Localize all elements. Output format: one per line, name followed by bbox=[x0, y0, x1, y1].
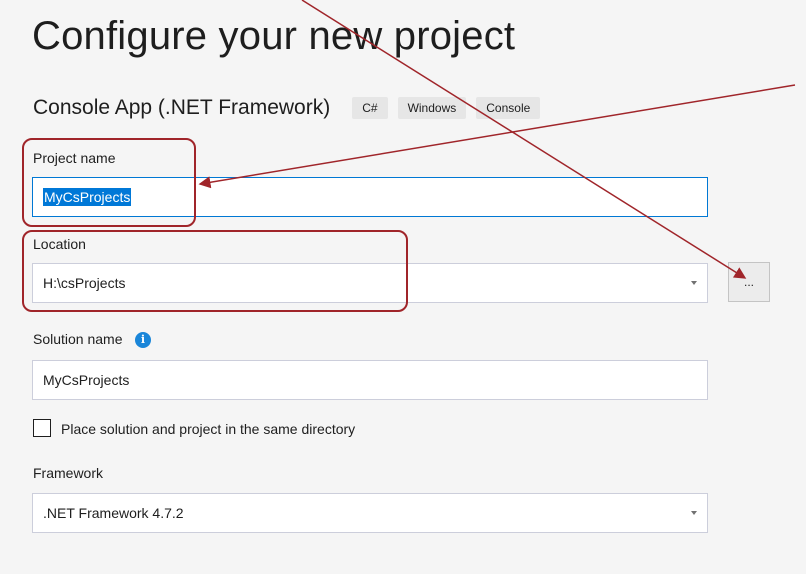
page-title: Configure your new project bbox=[32, 14, 516, 58]
project-name-label: Project name bbox=[33, 150, 116, 166]
template-name: Console App (.NET Framework) bbox=[33, 96, 331, 119]
template-row: Console App (.NET Framework) C# Windows … bbox=[33, 95, 550, 121]
tag-windows: Windows bbox=[397, 97, 467, 119]
solution-name-value: MyCsProjects bbox=[43, 372, 130, 388]
chevron-down-icon bbox=[691, 511, 697, 515]
solution-name-label: Solution name bbox=[33, 331, 123, 347]
solution-name-input[interactable]: MyCsProjects bbox=[32, 360, 708, 400]
location-combobox[interactable]: H:\csProjects bbox=[32, 263, 708, 303]
location-value: H:\csProjects bbox=[43, 275, 126, 291]
framework-label: Framework bbox=[33, 465, 104, 481]
browse-button[interactable]: ... bbox=[728, 262, 770, 302]
framework-combobox[interactable]: .NET Framework 4.7.2 bbox=[32, 493, 708, 533]
chevron-down-icon bbox=[691, 281, 697, 285]
tag-console: Console bbox=[476, 97, 541, 119]
same-directory-label[interactable]: Place solution and project in the same d… bbox=[61, 421, 355, 437]
location-label: Location bbox=[33, 236, 86, 252]
same-directory-checkbox[interactable] bbox=[33, 419, 51, 437]
project-name-value: MyCsProjects bbox=[43, 188, 132, 206]
project-name-input[interactable]: MyCsProjects bbox=[32, 177, 708, 217]
info-icon[interactable]: i bbox=[135, 332, 151, 348]
tag-csharp: C# bbox=[352, 97, 388, 119]
framework-value: .NET Framework 4.7.2 bbox=[43, 505, 184, 521]
